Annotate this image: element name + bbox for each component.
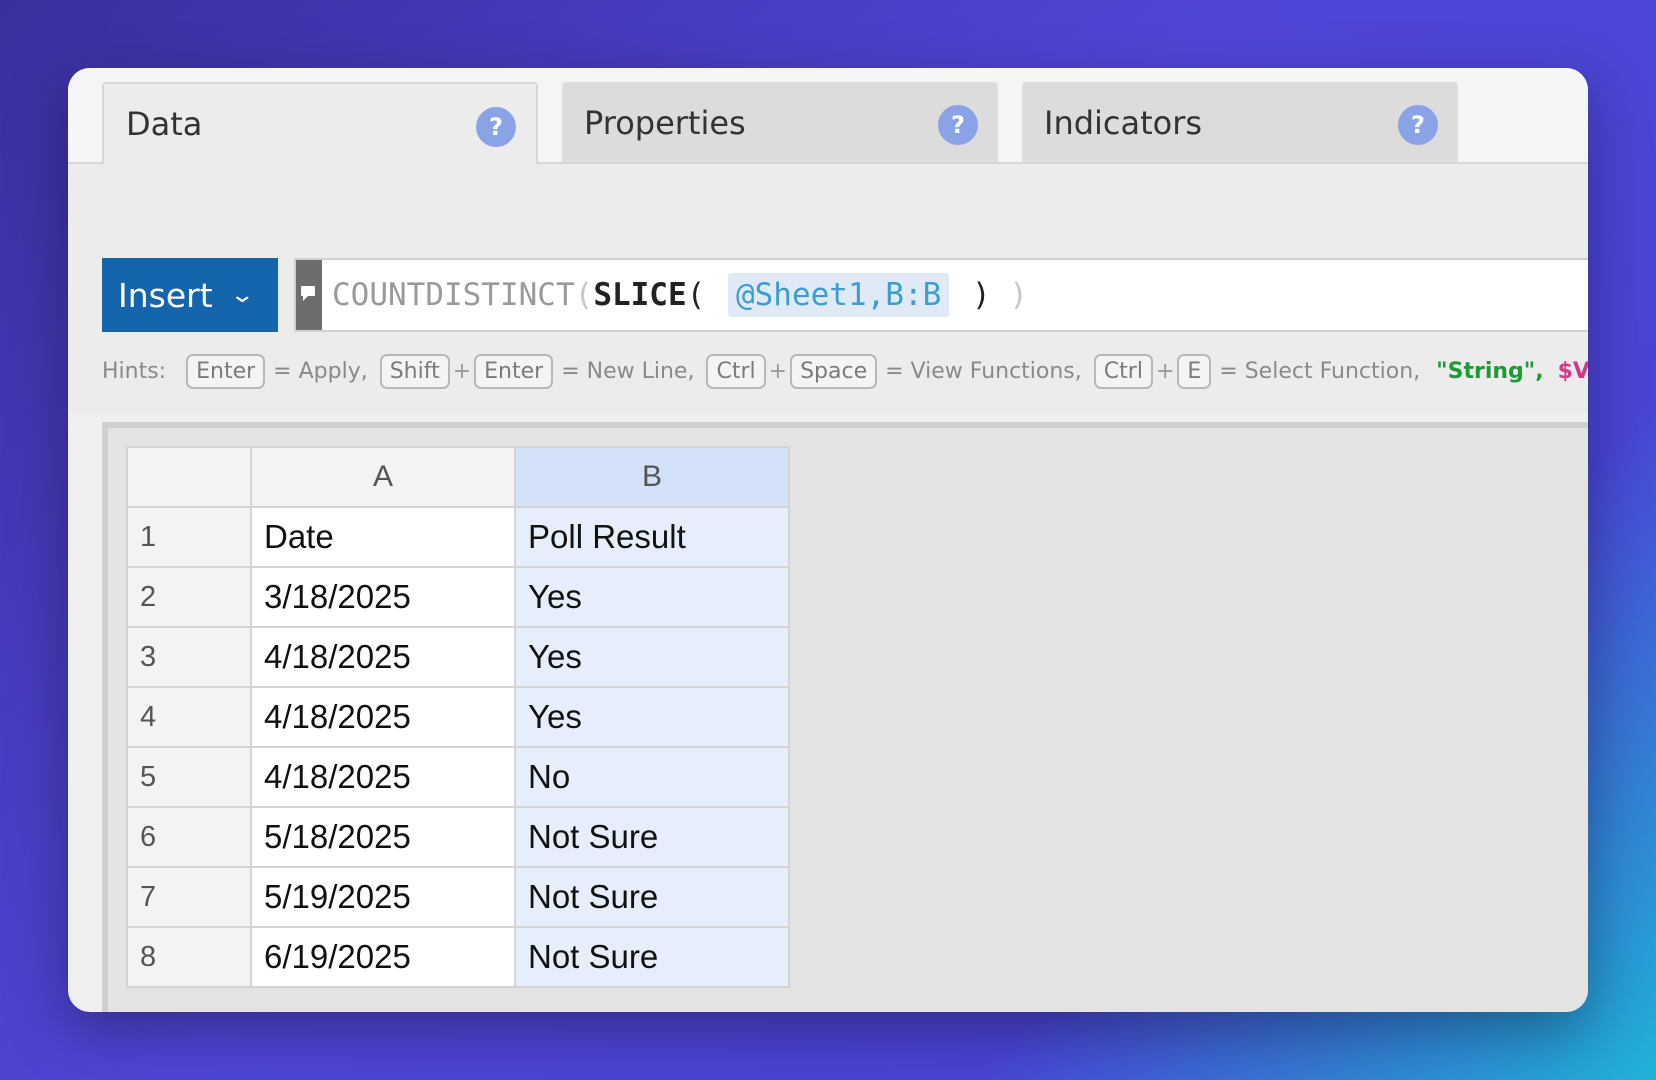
cell-b[interactable]: Not Sure: [514, 926, 790, 988]
hint-new-line: = New Line,: [561, 358, 695, 384]
cell-a[interactable]: Date: [250, 506, 516, 568]
row-header[interactable]: 7: [126, 866, 252, 928]
comment-icon: [301, 286, 315, 301]
table-row: 1 Date Poll Result: [126, 506, 790, 568]
table-row: 5 4/18/2025 No: [126, 746, 790, 808]
help-icon[interactable]: ?: [938, 105, 978, 145]
row-header[interactable]: 2: [126, 566, 252, 628]
tab-indicators-label: Indicators: [1044, 104, 1203, 142]
column-header-a[interactable]: A: [250, 446, 516, 508]
table-row: 6 5/18/2025 Not Sure: [126, 806, 790, 868]
tab-properties[interactable]: Properties ?: [562, 82, 998, 164]
cell-a[interactable]: 4/18/2025: [250, 686, 516, 748]
spreadsheet-grid: A B 1 Date Poll Result 2 3/18/2025 Yes 3…: [126, 446, 790, 988]
key-shift: Shift: [379, 353, 450, 389]
key-plus: +: [1155, 358, 1175, 384]
formula-text[interactable]: COUNTDISTINCT ( SLICE ( @Sheet1,B:B ) ): [332, 273, 1028, 317]
hint-apply: = Apply,: [273, 358, 368, 384]
table-row: 7 5/19/2025 Not Sure: [126, 866, 790, 928]
formula-paren: (: [686, 277, 724, 313]
hint-view-functions: = View Functions,: [885, 358, 1082, 384]
cell-a[interactable]: 3/18/2025: [250, 566, 516, 628]
hint-string: "String",: [1436, 358, 1544, 384]
key-enter: Enter: [186, 353, 266, 389]
formula-paren: (: [574, 277, 594, 313]
key-space: Space: [790, 353, 878, 389]
cell-b[interactable]: No: [514, 746, 790, 808]
formula-input[interactable]: COUNTDISTINCT ( SLICE ( @Sheet1,B:B ) ): [294, 258, 1588, 332]
help-icon[interactable]: ?: [476, 107, 516, 147]
table-row: 8 6/19/2025 Not Sure: [126, 926, 790, 988]
keyboard-hints: Hints: Enter = Apply, Shift + Enter = Ne…: [102, 350, 1588, 392]
column-header-b[interactable]: B: [514, 446, 790, 508]
hint-select-function: = Select Function,: [1219, 358, 1421, 384]
row-header[interactable]: 8: [126, 926, 252, 988]
tab-properties-label: Properties: [584, 104, 746, 142]
cell-a[interactable]: 4/18/2025: [250, 626, 516, 688]
cell-b[interactable]: Poll Result: [514, 506, 790, 568]
cell-b[interactable]: Yes: [514, 566, 790, 628]
formula-function-outer: COUNTDISTINCT: [332, 277, 575, 313]
hints-label: Hints:: [102, 358, 167, 384]
tab-bar: Data ? Properties ? Indicators ?: [68, 68, 1588, 164]
formula-toolbar: Insert ⌄ COUNTDISTINCT ( SLICE ( @Sheet1…: [68, 164, 1588, 414]
select-all-corner[interactable]: [126, 446, 252, 508]
cell-a[interactable]: 5/19/2025: [250, 866, 516, 928]
table-row: 4 4/18/2025 Yes: [126, 686, 790, 748]
cell-a[interactable]: 6/19/2025: [250, 926, 516, 988]
editor-window: Data ? Properties ? Indicators ? Insert …: [68, 68, 1588, 1012]
cell-b[interactable]: Not Sure: [514, 806, 790, 868]
insert-button-label: Insert: [118, 275, 213, 315]
formula-function-inner: SLICE: [593, 277, 687, 313]
table-row: 2 3/18/2025 Yes: [126, 566, 790, 628]
key-plus: +: [452, 358, 472, 384]
key-ctrl: Ctrl: [1093, 353, 1153, 389]
comment-toggle[interactable]: [296, 260, 322, 330]
key-plus: +: [768, 358, 788, 384]
key-enter: Enter: [474, 353, 554, 389]
formula-range-reference[interactable]: @Sheet1,B:B: [727, 273, 950, 317]
row-header[interactable]: 1: [126, 506, 252, 568]
help-icon[interactable]: ?: [1398, 105, 1438, 145]
row-header[interactable]: 4: [126, 686, 252, 748]
formula-paren: ): [990, 277, 1028, 313]
tab-data[interactable]: Data ?: [102, 82, 538, 164]
row-header[interactable]: 3: [126, 626, 252, 688]
spreadsheet-area: A B 1 Date Poll Result 2 3/18/2025 Yes 3…: [102, 422, 1588, 1012]
tab-indicators[interactable]: Indicators ?: [1022, 82, 1458, 164]
column-header-row: A B: [126, 446, 790, 508]
key-e: E: [1177, 353, 1212, 389]
cell-b[interactable]: Yes: [514, 626, 790, 688]
cell-b[interactable]: Not Sure: [514, 866, 790, 928]
cell-a[interactable]: 5/18/2025: [250, 806, 516, 868]
row-header[interactable]: 6: [126, 806, 252, 868]
key-ctrl: Ctrl: [706, 353, 766, 389]
table-row: 3 4/18/2025 Yes: [126, 626, 790, 688]
row-header[interactable]: 5: [126, 746, 252, 808]
cell-a[interactable]: 4/18/2025: [250, 746, 516, 808]
chevron-down-icon: ⌄: [228, 282, 255, 308]
tab-data-label: Data: [126, 105, 203, 143]
hint-variable: $Variable,: [1557, 358, 1588, 384]
formula-paren: ): [953, 277, 991, 313]
cell-b[interactable]: Yes: [514, 686, 790, 748]
insert-button[interactable]: Insert ⌄: [102, 258, 278, 332]
